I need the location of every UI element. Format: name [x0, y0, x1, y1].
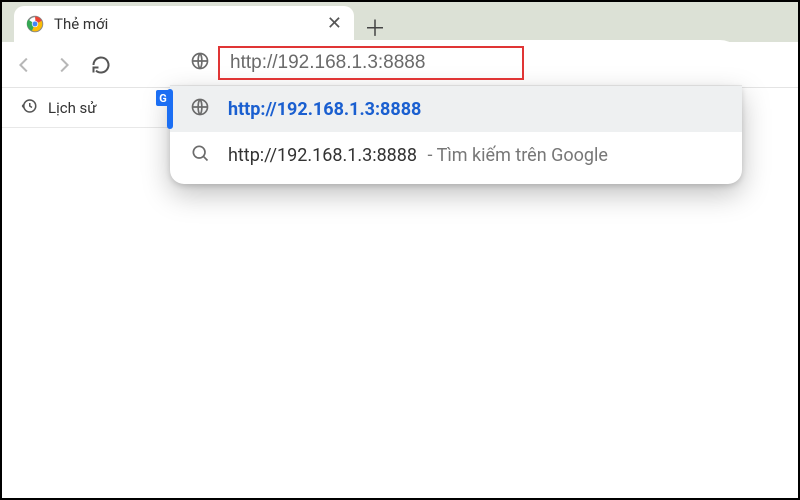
- search-icon: [190, 143, 210, 168]
- globe-icon: [190, 97, 210, 122]
- omnibox-popup: G http://192.168.1.3:8888 http://192.168…: [170, 40, 742, 184]
- url-input[interactable]: [228, 51, 722, 75]
- bookmarks-bar: Lịch sử: [2, 88, 170, 128]
- tab-strip: Thẻ mới ✕ ＋: [2, 2, 798, 42]
- suggestion-text: http://192.168.1.3:8888: [228, 145, 417, 166]
- suggestion-item[interactable]: http://192.168.1.3:8888 - Tìm kiếm trên …: [170, 132, 742, 178]
- forward-button[interactable]: [46, 48, 80, 82]
- suggestion-extra: - Tìm kiếm trên Google: [423, 145, 608, 166]
- close-icon[interactable]: ✕: [327, 15, 342, 33]
- history-icon: [20, 97, 38, 119]
- back-button[interactable]: [8, 48, 42, 82]
- reload-button[interactable]: [84, 48, 118, 82]
- suggestion-item[interactable]: http://192.168.1.3:8888: [170, 86, 742, 132]
- globe-icon: [190, 51, 210, 75]
- chrome-logo-icon: [26, 15, 44, 33]
- selection-indicator: [167, 89, 173, 129]
- address-bar[interactable]: [170, 40, 742, 86]
- browser-tab[interactable]: Thẻ mới ✕: [14, 6, 354, 42]
- bookmark-history[interactable]: Lịch sử: [48, 99, 97, 117]
- suggestion-text: http://192.168.1.3:8888: [228, 99, 421, 120]
- tab-title: Thẻ mới: [54, 15, 317, 33]
- suggestion-list: http://192.168.1.3:8888 http://192.168.1…: [170, 86, 742, 184]
- new-tab-button[interactable]: ＋: [360, 12, 390, 42]
